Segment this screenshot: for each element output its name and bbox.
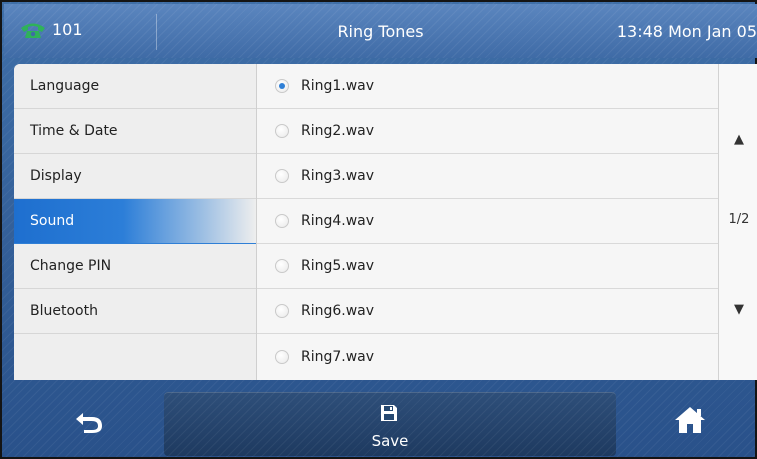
ringtone-label: Ring1.wav	[301, 78, 375, 94]
ringtone-label: Ring3.wav	[301, 168, 375, 184]
sidebar-item-sound[interactable]: Sound	[14, 199, 256, 244]
ringtone-option[interactable]: Ring2.wav	[257, 109, 718, 154]
back-arrow-icon	[76, 413, 102, 433]
ringtone-option[interactable]: Ring3.wav	[257, 154, 718, 199]
scroll-up-arrow-icon[interactable]: ▲	[719, 132, 757, 147]
back-button[interactable]	[64, 404, 114, 440]
ringtone-option[interactable]: Ring1.wav	[257, 64, 718, 109]
ringtone-label: Ring6.wav	[301, 303, 375, 319]
ringtone-option[interactable]: Ring7.wav	[257, 334, 718, 379]
scroll-down-arrow-icon[interactable]: ▼	[719, 302, 757, 317]
save-button[interactable]: Save	[164, 392, 616, 456]
radio-button-selected[interactable]	[275, 79, 289, 93]
sidebar-item-language[interactable]: Language	[14, 64, 256, 109]
top-status-bar: 101 Ring Tones 13:48 Mon Jan 05	[4, 4, 757, 58]
radio-button[interactable]	[275, 124, 289, 138]
sidebar-item-time-date[interactable]: Time & Date	[14, 109, 256, 154]
date-time: 13:48 Mon Jan 05	[616, 22, 757, 41]
sidebar-item-display[interactable]: Display	[14, 154, 256, 199]
save-label: Save	[371, 432, 409, 450]
soft-key-bar: Save	[4, 382, 757, 459]
sidebar-item-change-pin[interactable]: Change PIN	[14, 244, 256, 289]
content-panel: Language Time & Date Display Sound Chang…	[14, 64, 757, 380]
home-button[interactable]	[668, 400, 712, 440]
radio-button[interactable]	[275, 349, 289, 364]
radio-button[interactable]	[275, 304, 289, 318]
ringtone-option[interactable]: Ring6.wav	[257, 289, 718, 334]
settings-menu: Language Time & Date Display Sound Chang…	[14, 64, 257, 380]
ringtone-label: Ring4.wav	[301, 213, 375, 229]
radio-button[interactable]	[275, 169, 289, 183]
ringtone-label: Ring7.wav	[301, 348, 375, 365]
phone-screen: 101 Ring Tones 13:48 Mon Jan 05 Language…	[0, 0, 757, 459]
ringtone-option[interactable]: Ring5.wav	[257, 244, 718, 289]
ringtone-label: Ring2.wav	[301, 123, 375, 139]
home-icon	[675, 407, 705, 433]
radio-button[interactable]	[275, 214, 289, 228]
ringtone-list: Ring1.wav Ring2.wav Ring3.wav Ring4.wav …	[257, 64, 718, 380]
ringtone-label: Ring5.wav	[301, 258, 375, 274]
page-scrollbar: ▲ 1/2 ▼	[718, 64, 757, 380]
sidebar-item-bluetooth[interactable]: Bluetooth	[14, 289, 256, 334]
ringtone-option[interactable]: Ring4.wav	[257, 199, 718, 244]
radio-button[interactable]	[275, 259, 289, 273]
page-indicator: 1/2	[728, 212, 750, 227]
floppy-disk-icon	[381, 405, 397, 421]
